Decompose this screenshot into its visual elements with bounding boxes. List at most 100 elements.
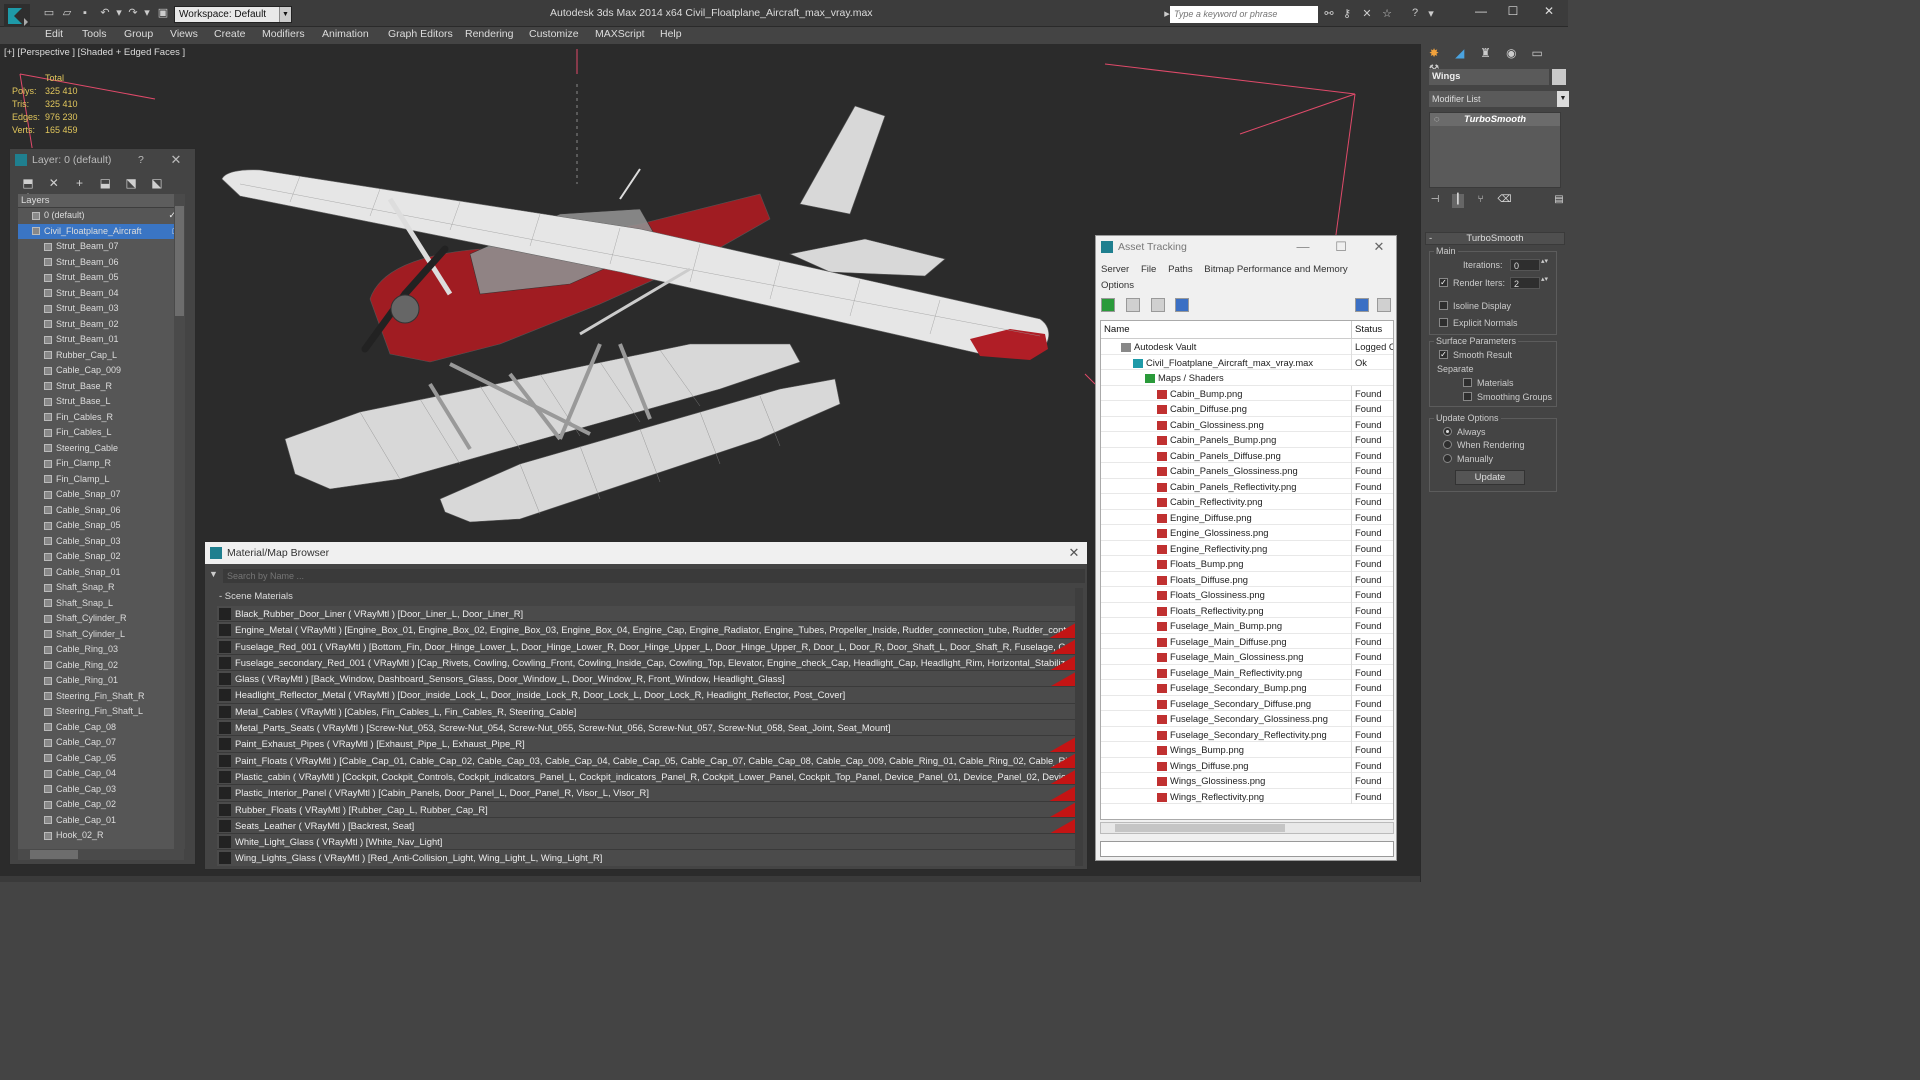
status-column-header[interactable]: Status [1351, 321, 1393, 339]
asset-menu-server[interactable]: Server [1101, 264, 1129, 275]
menu-animation[interactable]: Animation [322, 28, 369, 40]
show-end-result-icon[interactable]: ┃ [1451, 194, 1464, 208]
layer-row[interactable]: Cable_Snap_03 [18, 534, 184, 550]
object-name-field[interactable]: Wings [1429, 69, 1549, 85]
layer-row[interactable]: Cable_Cap_02 [18, 797, 184, 813]
name-column-header[interactable]: Name [1104, 321, 1130, 339]
asset-row[interactable]: Cabin_Panels_Diffuse.png Found [1101, 447, 1393, 463]
new-layer-icon[interactable]: ⬒ [20, 176, 36, 190]
menu-group[interactable]: Group [124, 28, 153, 40]
asset-close-icon[interactable]: ✕ [1370, 236, 1388, 258]
material-row[interactable]: Headlight_Reflector_Metal ( VRayMtl ) [D… [217, 687, 1077, 704]
undo-dropdown-icon[interactable]: ▾ [112, 6, 126, 20]
layer-row[interactable]: Cable_Snap_02 [18, 549, 184, 565]
add-to-layer-icon[interactable]: + [72, 176, 88, 190]
create-tab-icon[interactable]: ✸ [1425, 46, 1443, 62]
material-row[interactable]: Paint_Exhaust_Pipes ( VRayMtl ) [Exhaust… [217, 736, 1077, 753]
layer-row[interactable]: Cable_Snap_06 [18, 503, 184, 519]
layer-row[interactable]: Strut_Beam_04 [18, 286, 184, 302]
always-radio[interactable] [1443, 427, 1452, 436]
menu-edit[interactable]: Edit [45, 28, 63, 40]
menu-customize[interactable]: Customize [529, 28, 579, 40]
layer-row[interactable]: Strut_Beam_03 [18, 301, 184, 317]
asset-row[interactable]: Floats_Glossiness.png Found [1101, 587, 1393, 603]
search-input[interactable] [1170, 6, 1318, 23]
asset-row[interactable]: Cabin_Glossiness.png Found [1101, 416, 1393, 432]
chevron-down-icon[interactable]: ▼ [1557, 91, 1569, 107]
light-bulb-icon[interactable]: ◌ [1434, 113, 1440, 126]
asset-row[interactable]: Civil_Floatplane_Aircraft_max_vray.max Ok [1101, 354, 1393, 370]
key-icon[interactable]: ⚷ [1340, 7, 1354, 21]
asset-path-field[interactable] [1100, 841, 1394, 857]
layer-row[interactable]: Steering_Fin_Shaft_R [18, 689, 184, 705]
menu-graph-editors[interactable]: Graph Editors [388, 28, 453, 40]
pin-stack-icon[interactable]: ⊣ [1429, 194, 1441, 208]
asset-row[interactable]: Cabin_Reflectivity.png Found [1101, 494, 1393, 510]
scene-materials-group[interactable]: - Scene Materials [211, 590, 1079, 603]
material-row[interactable]: Glass ( VRayMtl ) [Back_Window, Dashboar… [217, 671, 1077, 688]
asset-row[interactable]: Fuselage_Secondary_Reflectivity.png Found [1101, 726, 1393, 742]
hierarchy-tab-icon[interactable]: ♜ [1477, 46, 1495, 62]
layer-row[interactable]: Cable_Cap_05 [18, 751, 184, 767]
layer-row[interactable]: Shaft_Cylinder_R [18, 611, 184, 627]
material-row[interactable]: Paint_Floats ( VRayMtl ) [Cable_Cap_01, … [217, 752, 1077, 769]
asset-horizontal-scrollbar[interactable] [1100, 822, 1394, 834]
layer-row[interactable]: Cable_Cap_07 [18, 735, 184, 751]
asset-row[interactable]: Wings_Reflectivity.png Found [1101, 788, 1393, 804]
maximize-icon[interactable]: ☐ [1502, 4, 1524, 20]
minimize-icon[interactable]: — [1470, 4, 1492, 20]
layer-row[interactable]: Strut_Beam_06 [18, 255, 184, 271]
layer-row[interactable]: Hook_02_R [18, 828, 184, 844]
menu-views[interactable]: Views [170, 28, 198, 40]
layer-row[interactable]: Fin_Clamp_R [18, 456, 184, 472]
undo-icon[interactable]: ↶ [98, 6, 112, 20]
material-row[interactable]: Fuselage_Red_001 ( VRayMtl ) [Bottom_Fin… [217, 638, 1077, 655]
layer-close-icon[interactable]: ✕ [167, 149, 185, 171]
modifier-list-select[interactable]: Modifier List ▼ [1429, 91, 1569, 107]
explicit-normals-checkbox[interactable] [1439, 318, 1448, 327]
material-browser-header[interactable]: Material/Map Browser ✕ [205, 542, 1087, 564]
binoculars-icon[interactable]: ⚯ [1322, 7, 1336, 21]
layer-row[interactable]: Cable_Ring_02 [18, 658, 184, 674]
layer-row[interactable]: Cable_Snap_07 [18, 487, 184, 503]
material-row[interactable]: White_Light_Glass ( VRayMtl ) [White_Nav… [217, 834, 1077, 851]
asset-help-icon[interactable] [1355, 298, 1369, 312]
isoline-display-checkbox[interactable] [1439, 301, 1448, 310]
menu-modifiers[interactable]: Modifiers [262, 28, 305, 40]
material-row[interactable]: Fuselage_secondary_Red_001 ( VRayMtl ) [… [217, 654, 1077, 672]
layer-row[interactable]: Strut_Beam_01 [18, 332, 184, 348]
favorites-star-icon[interactable]: ☆ [1380, 7, 1394, 21]
layer-row[interactable]: Strut_Beam_07 [18, 239, 184, 255]
redo-icon[interactable]: ↷ [126, 6, 140, 20]
smooth-result-checkbox[interactable]: ✓ [1439, 350, 1448, 359]
asset-row[interactable]: Wings_Diffuse.png Found [1101, 757, 1393, 773]
asset-menu-file[interactable]: File [1141, 264, 1156, 275]
layer-help-icon[interactable]: ? [138, 149, 144, 171]
asset-minimize-icon[interactable]: — [1294, 236, 1312, 258]
layer-row[interactable]: Steering_Fin_Shaft_L [18, 704, 184, 720]
workspace-select[interactable]: Workspace: Default ▼ [174, 6, 292, 23]
material-row[interactable]: Metal_Cables ( VRayMtl ) [Cables, Fin_Ca… [217, 703, 1077, 721]
layer-row[interactable]: Strut_Base_R [18, 379, 184, 395]
render-iters-checkbox[interactable]: ✓ [1439, 278, 1448, 287]
configure-sets-icon[interactable]: ▤ [1553, 194, 1565, 208]
asset-row[interactable]: Engine_Diffuse.png Found [1101, 509, 1393, 525]
layer-row[interactable]: 0 (default) ✓ [18, 208, 184, 224]
hide-layers-icon[interactable]: ⬕ [149, 176, 165, 190]
asset-settings-icon[interactable] [1377, 298, 1391, 312]
app-logo-icon[interactable] [4, 4, 30, 28]
project-folder-icon[interactable]: ▣ [156, 6, 170, 20]
asset-row[interactable]: Autodesk Vault Logged O [1101, 339, 1393, 355]
asset-menu-options[interactable]: Options [1101, 280, 1134, 291]
chevron-down-icon[interactable]: ▼ [279, 7, 291, 22]
layer-horizontal-scrollbar[interactable] [18, 849, 184, 860]
layer-vertical-scrollbar[interactable] [174, 194, 185, 849]
object-color-swatch[interactable] [1552, 69, 1566, 85]
new-file-icon[interactable]: ▭ [42, 6, 56, 20]
layer-row[interactable]: Cable_Cap_08 [18, 720, 184, 736]
asset-row[interactable]: Wings_Glossiness.png Found [1101, 773, 1393, 789]
help-icon[interactable]: ? [1408, 7, 1422, 21]
material-row[interactable]: Black_Rubber_Door_Liner ( VRayMtl ) [Doo… [217, 606, 1077, 623]
manually-radio[interactable] [1443, 454, 1452, 463]
asset-row[interactable]: Floats_Reflectivity.png Found [1101, 602, 1393, 618]
